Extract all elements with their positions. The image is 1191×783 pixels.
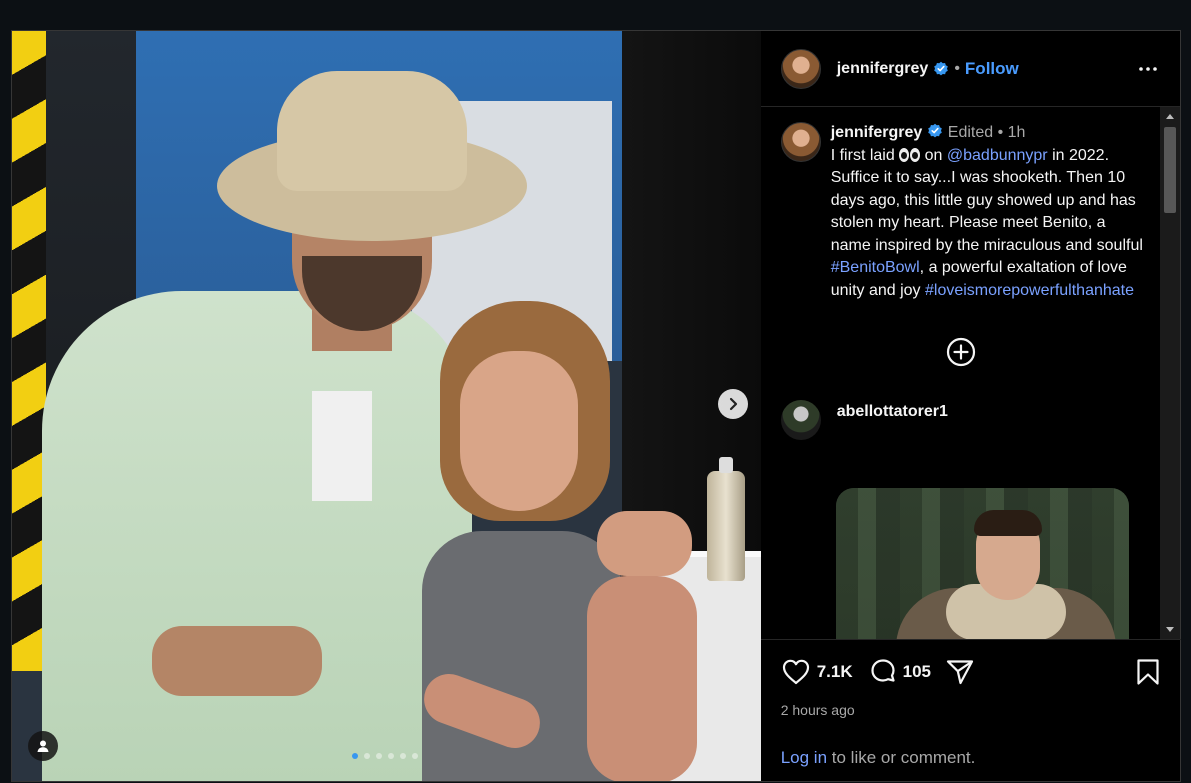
caption-author-avatar[interactable] [780,122,821,162]
carousel-dot [400,753,406,759]
comment-button[interactable]: 105 [869,658,931,686]
caption-part: on [920,146,947,164]
scroll-down-button[interactable] [1160,621,1180,639]
scroll-down-icon [1165,627,1174,632]
caption-part: I first laid [830,146,900,164]
meta-separator: • [997,124,1004,141]
add-comment-icon [946,337,975,367]
more-options-button[interactable] [1136,57,1160,81]
save-button[interactable] [1135,658,1161,686]
author-avatar[interactable] [780,48,821,89]
load-more-comments-button[interactable] [945,336,977,368]
more-options-icon [1139,66,1157,71]
carousel-next-button[interactable] [718,389,748,419]
edited-label: Edited [947,124,994,141]
author-username[interactable]: jennifergrey [837,60,929,78]
carousel-dot [364,753,370,759]
comments-section[interactable]: jennifergrey Edited • 1h I first laid on… [761,107,1181,639]
scroll-up-icon [1165,114,1174,119]
chevron-right-icon [729,397,738,411]
comment-item: abellottatorer1 [761,368,1181,440]
share-icon [946,660,974,685]
mention-link[interactable]: @badbunnypr [947,147,1048,164]
scrollbar-thumb[interactable] [1163,127,1176,213]
login-link[interactable]: Log in [781,748,827,767]
login-prompt: Log in to like or comment. [781,748,976,768]
user-tag-icon [37,740,49,752]
comment-icon [871,659,895,682]
post-media[interactable] [12,31,761,781]
comment-gif[interactable] [835,488,1129,639]
carousel-indicator [352,753,418,759]
scroll-up-button[interactable] [1160,107,1180,125]
heart-icon [782,659,809,685]
post-actions: 7.1K 105 2 hours ago Log in to like or c… [760,639,1181,783]
carousel-dot [388,753,394,759]
user-tags-button[interactable] [28,731,58,761]
eyes-emoji-icon [899,147,921,162]
share-button[interactable] [945,658,975,686]
header-separator: • [954,59,960,77]
carousel-dot [412,753,418,759]
caption-username[interactable]: jennifergrey [831,124,923,141]
post-modal: jennifergrey • Follow jennifergrey Edite… [11,30,1181,782]
post-photo [12,31,761,781]
post-caption: jennifergrey Edited • 1h I first laid on… [761,107,1181,302]
like-button[interactable]: 7.1K [781,658,853,686]
verified-icon [927,123,943,139]
post-time-ago[interactable]: 2 hours ago [761,686,1181,718]
commenter-username[interactable]: abellottatorer1 [837,403,948,440]
post-details-panel: jennifergrey • Follow jennifergrey Edite… [760,31,1181,783]
caption-time[interactable]: 1h [1008,124,1026,141]
login-prompt-text: to like or comment. [827,748,976,767]
bookmark-icon [1137,659,1159,685]
post-header: jennifergrey • Follow [760,31,1180,107]
carousel-dot [352,753,358,759]
hashtag-link[interactable]: #loveismorepowerfulthanhate [925,282,1134,299]
verified-icon [933,61,949,77]
follow-button[interactable]: Follow [965,59,1019,79]
carousel-dot [376,753,382,759]
caption-text: jennifergrey Edited • 1h I first laid on… [831,122,1149,302]
hashtag-link[interactable]: #BenitoBowl [831,259,920,276]
comments-scrollbar[interactable] [1159,107,1180,639]
likes-count: 7.1K [816,662,853,681]
action-bar: 7.1K 105 [761,640,1181,686]
comments-count: 105 [902,662,932,681]
commenter-avatar[interactable] [780,400,821,440]
